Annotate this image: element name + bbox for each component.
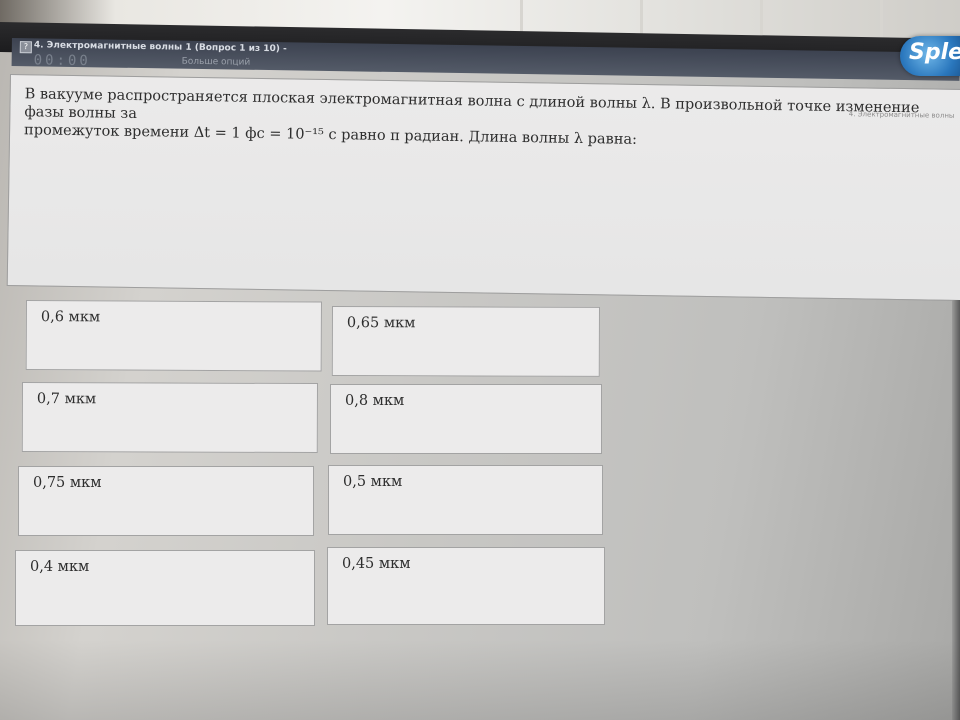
answer-label: 0,6 мкм — [40, 309, 101, 326]
answer-label: 0,75 мкм — [33, 475, 102, 491]
answer-option[interactable]: 0,5 мкм — [328, 465, 603, 535]
answer-label: 0,5 мкм — [343, 474, 403, 490]
answer-option[interactable]: 0,6 мкм — [25, 300, 322, 372]
answer-label: 0,4 мкм — [30, 559, 90, 575]
answer-label: 0,7 мкм — [36, 391, 97, 408]
answer-label: 0,65 мкм — [346, 315, 416, 332]
monitor-edge — [952, 300, 960, 720]
answer-label: 0,45 мкм — [342, 556, 411, 572]
answer-option[interactable]: 0,8 мкм — [330, 384, 602, 454]
answer-label: 0,8 мкм — [345, 393, 405, 409]
answer-option[interactable]: 0,4 мкм — [15, 550, 315, 626]
answer-grid: 0,6 мкм 0,65 мкм 0,7 мкм 0,8 мкм 0,75 мк… — [0, 0, 960, 720]
answer-option[interactable]: 0,45 мкм — [327, 547, 605, 625]
answer-option[interactable]: 0,7 мкм — [21, 382, 318, 454]
answer-option[interactable]: 0,65 мкм — [331, 306, 600, 377]
answer-option[interactable]: 0,75 мкм — [18, 466, 314, 536]
